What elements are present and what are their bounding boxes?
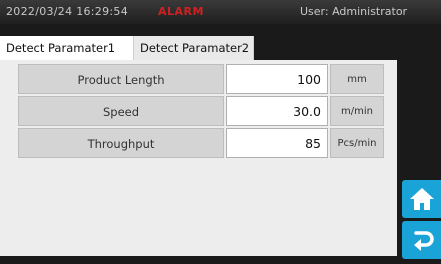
datetime-display: 2022/03/24 16:29:54 (6, 5, 129, 18)
return-arrow-icon (413, 231, 434, 251)
parameter-table: Product Length 100 mm Speed 30.0 m/min T… (18, 64, 384, 160)
parameter-label: Speed (18, 96, 224, 126)
tab-detect-parameter-1[interactable]: Detect Paramater1 (0, 36, 134, 60)
speed-input[interactable]: 30.0 (226, 96, 328, 126)
current-user-label: User: Administrator (300, 5, 408, 18)
parameter-panel: Product Length 100 mm Speed 30.0 m/min T… (0, 60, 397, 256)
tab-detect-parameter-2[interactable]: Detect Paramater2 (134, 36, 254, 60)
status-bar: 2022/03/24 16:29:54 ALARM User: Administ… (0, 0, 441, 24)
product-length-input[interactable]: 100 (226, 64, 328, 94)
parameter-unit: m/min (330, 96, 384, 126)
parameter-unit: mm (330, 64, 384, 94)
home-button[interactable] (402, 180, 441, 218)
parameter-unit: Pcs/min (330, 128, 384, 158)
alarm-indicator[interactable]: ALARM (158, 0, 204, 24)
tab-bar: Detect Paramater1 Detect Paramater2 (0, 36, 254, 60)
parameter-label: Product Length (18, 64, 224, 94)
parameter-row-product-length: Product Length 100 mm (18, 64, 384, 94)
parameter-row-throughput: Throughput 85 Pcs/min (18, 128, 384, 158)
throughput-input[interactable]: 85 (226, 128, 328, 158)
parameter-label: Throughput (18, 128, 224, 158)
home-icon (409, 188, 434, 210)
return-button[interactable] (402, 221, 441, 259)
parameter-row-speed: Speed 30.0 m/min (18, 96, 384, 126)
